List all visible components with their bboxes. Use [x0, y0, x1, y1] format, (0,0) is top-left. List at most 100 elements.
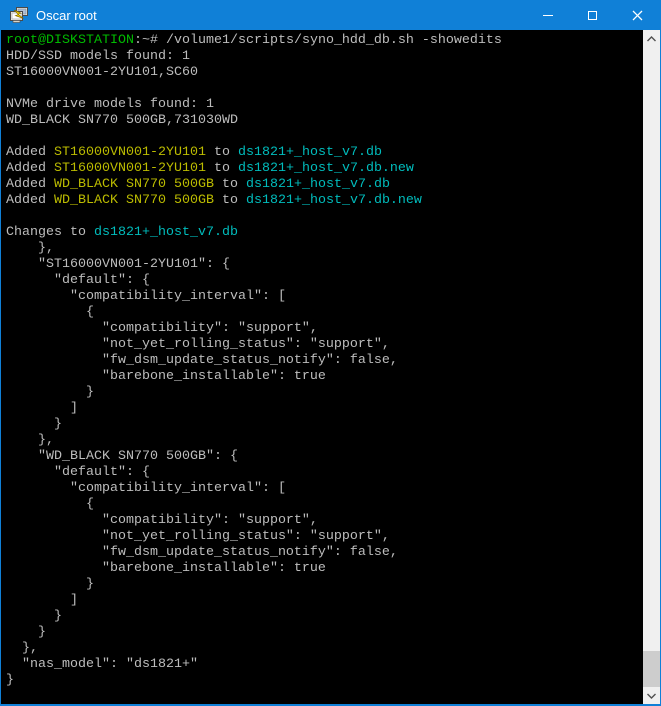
- terminal-line: },: [6, 433, 643, 449]
- terminal-line: Changes to ds1821+_host_v7.db: [6, 225, 643, 241]
- terminal-line: "barebone_installable": true: [6, 369, 643, 385]
- terminal-line: "compatibility": "support",: [6, 321, 643, 337]
- terminal-text-segment: :~# /volume1/scripts/syno_hdd_db.sh -sho…: [134, 33, 502, 48]
- terminal-text-segment: Added: [6, 145, 54, 160]
- terminal-text-segment: },: [6, 433, 54, 448]
- terminal-line: Added WD_BLACK SN770 500GB to ds1821+_ho…: [6, 177, 643, 193]
- close-icon: [632, 10, 643, 21]
- terminal-line: },: [6, 641, 643, 657]
- terminal-line: NVMe drive models found: 1: [6, 97, 643, 113]
- terminal-line: "ST16000VN001-2YU101": {: [6, 257, 643, 273]
- terminal-text-segment: }: [6, 385, 94, 400]
- terminal-text-segment: }: [6, 417, 62, 432]
- terminal-text-segment: ds1821+_host_v7.db.new: [238, 161, 414, 176]
- scrollbar-up-button[interactable]: [643, 30, 660, 47]
- terminal-line: {: [6, 305, 643, 321]
- minimize-button[interactable]: [525, 0, 570, 30]
- scrollbar-track[interactable]: [643, 47, 660, 687]
- window-body: root@DISKSTATION:~# /volume1/scripts/syn…: [1, 30, 660, 704]
- terminal-line: "nas_model": "ds1821+": [6, 657, 643, 673]
- terminal-text-segment: Added: [6, 193, 54, 208]
- terminal-line: Added ST16000VN001-2YU101 to ds1821+_hos…: [6, 145, 643, 161]
- terminal-line: "compatibility": "support",: [6, 513, 643, 529]
- terminal-text-segment: ds1821+_host_v7.db: [238, 145, 382, 160]
- terminal-text-segment: to: [206, 161, 238, 176]
- terminal-line: WD_BLACK SN770 500GB,731030WD: [6, 113, 643, 129]
- terminal-text-segment: }: [6, 609, 62, 624]
- terminal-text-segment: "not_yet_rolling_status": "support",: [6, 337, 390, 352]
- terminal-text-segment: "fw_dsm_update_status_notify": false,: [6, 545, 398, 560]
- terminal-line: [6, 209, 643, 225]
- terminal-line: [6, 81, 643, 97]
- terminal-line: ]: [6, 401, 643, 417]
- terminal-line: }: [6, 417, 643, 433]
- terminal-text-segment: },: [6, 241, 54, 256]
- terminal-line: Added ST16000VN001-2YU101 to ds1821+_hos…: [6, 161, 643, 177]
- terminal-text-segment: ST16000VN001-2YU101: [54, 145, 206, 160]
- terminal-line: ]: [6, 593, 643, 609]
- terminal-line: }: [6, 385, 643, 401]
- scrollbar-thumb[interactable]: [643, 651, 660, 687]
- terminal-text-segment: WD_BLACK SN770 500GB: [54, 193, 214, 208]
- maximize-icon: [588, 11, 597, 20]
- terminal-text-segment: ]: [6, 593, 78, 608]
- terminal-line: "not_yet_rolling_status": "support",: [6, 337, 643, 353]
- terminal-line: Added WD_BLACK SN770 500GB to ds1821+_ho…: [6, 193, 643, 209]
- terminal-text-segment: },: [6, 641, 38, 656]
- terminal-text-segment: }: [6, 625, 46, 640]
- chevron-up-icon: [647, 36, 656, 42]
- terminal-line: "compatibility_interval": [: [6, 289, 643, 305]
- terminal-text-segment: to: [214, 177, 246, 192]
- terminal-text-segment: {: [6, 305, 94, 320]
- terminal-text-segment: ds1821+_host_v7.db: [246, 177, 390, 192]
- terminal-text-segment: ]: [6, 401, 78, 416]
- terminal-text-segment: WD_BLACK SN770 500GB: [54, 177, 214, 192]
- terminal-line: },: [6, 241, 643, 257]
- terminal-text-segment: "fw_dsm_update_status_notify": false,: [6, 353, 398, 368]
- terminal-line: "fw_dsm_update_status_notify": false,: [6, 545, 643, 561]
- terminal-text-segment: }: [6, 577, 94, 592]
- chevron-down-icon: [647, 693, 656, 699]
- terminal-line: "default": {: [6, 273, 643, 289]
- terminal-text-segment: root@DISKSTATION: [6, 33, 134, 48]
- terminal-line: "default": {: [6, 465, 643, 481]
- terminal-text-segment: to: [206, 145, 238, 160]
- terminal-text-segment: NVMe drive models found: 1: [6, 97, 214, 112]
- terminal-text-segment: ds1821+_host_v7.db: [94, 225, 238, 240]
- terminal-line: }: [6, 577, 643, 593]
- terminal-line: "fw_dsm_update_status_notify": false,: [6, 353, 643, 369]
- terminal-text-segment: to: [214, 193, 246, 208]
- terminal-line: root@DISKSTATION:~# /volume1/scripts/syn…: [6, 33, 643, 49]
- terminal-text-segment: ds1821+_host_v7.db.new: [246, 193, 422, 208]
- terminal-text-segment: ST16000VN001-2YU101: [54, 161, 206, 176]
- terminal-text-segment: "compatibility": "support",: [6, 513, 318, 528]
- terminal-text-segment: HDD/SSD models found: 1: [6, 49, 190, 64]
- terminal-text-segment: "compatibility_interval": [: [6, 481, 286, 496]
- putty-icon[interactable]: [9, 7, 29, 23]
- titlebar[interactable]: Oscar root: [1, 0, 660, 30]
- terminal-text-segment: "nas_model": "ds1821+": [6, 657, 198, 672]
- terminal-line: }: [6, 673, 643, 689]
- terminal-text-segment: "barebone_installable": true: [6, 561, 326, 576]
- terminal-text-segment: "barebone_installable": true: [6, 369, 326, 384]
- maximize-button[interactable]: [570, 0, 615, 30]
- window-controls: [525, 0, 660, 30]
- minimize-icon: [543, 15, 553, 16]
- terminal-text-segment: {: [6, 497, 94, 512]
- terminal-line: }: [6, 609, 643, 625]
- terminal-text-segment: "not_yet_rolling_status": "support",: [6, 529, 390, 544]
- terminal-output[interactable]: root@DISKSTATION:~# /volume1/scripts/syn…: [1, 30, 643, 704]
- terminal-text-segment: "default": {: [6, 465, 150, 480]
- close-button[interactable]: [615, 0, 660, 30]
- putty-window: Oscar root root@DISKSTATION:~# /volume1/…: [0, 0, 661, 706]
- terminal-line: ST16000VN001-2YU101,SC60: [6, 65, 643, 81]
- terminal-text-segment: WD_BLACK SN770 500GB,731030WD: [6, 113, 238, 128]
- terminal-text-segment: "default": {: [6, 273, 150, 288]
- scrollbar[interactable]: [643, 30, 660, 704]
- terminal-line: [6, 129, 643, 145]
- terminal-text-segment: }: [6, 673, 14, 688]
- terminal-line: "WD_BLACK SN770 500GB": {: [6, 449, 643, 465]
- scrollbar-down-button[interactable]: [643, 687, 660, 704]
- terminal-line: "barebone_installable": true: [6, 561, 643, 577]
- terminal-line: }: [6, 625, 643, 641]
